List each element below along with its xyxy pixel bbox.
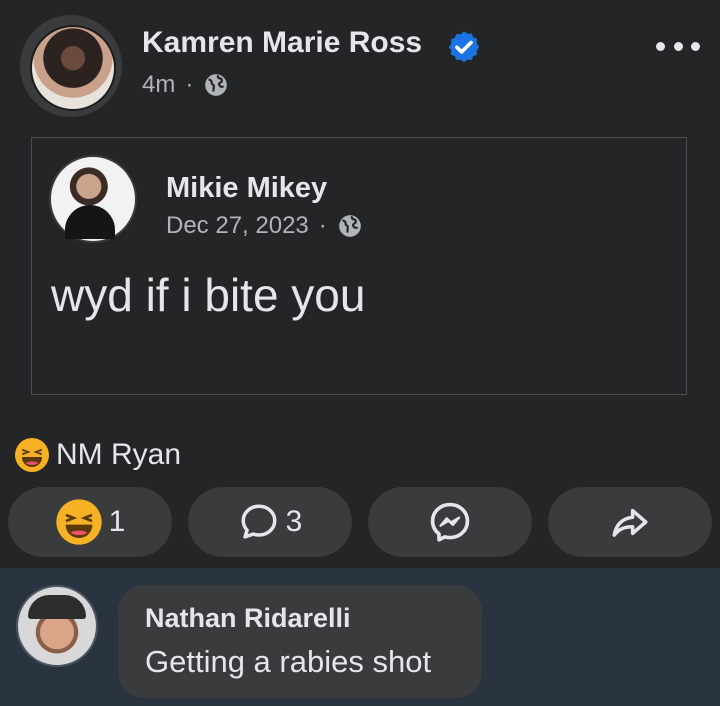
commenter-avatar[interactable]: [16, 585, 98, 667]
author-name[interactable]: Kamren Marie Ross: [142, 26, 422, 60]
commenter-name[interactable]: Nathan Ridarelli: [145, 603, 351, 634]
reaction-summary[interactable]: NM Ryan: [14, 437, 181, 473]
shared-author-avatar[interactable]: [49, 155, 137, 243]
globe-icon: [205, 74, 228, 96]
comment-text: Getting a rabies shot: [145, 644, 432, 679]
comment-button[interactable]: 3: [188, 487, 352, 557]
shared-post-text: wyd if i bite you: [51, 269, 366, 321]
comment-icon: [241, 504, 277, 539]
verified-badge-icon: [448, 31, 480, 63]
messenger-button[interactable]: [368, 487, 532, 557]
messenger-icon: [430, 502, 470, 542]
more-options-icon[interactable]: [656, 28, 700, 64]
author-avatar[interactable]: [30, 25, 116, 111]
shared-author-name[interactable]: Mikie Mikey: [166, 172, 327, 205]
share-icon: [612, 508, 648, 537]
haha-emoji-icon: [55, 499, 102, 545]
meta-separator: ·: [185, 71, 194, 98]
reaction-names: NM Ryan: [56, 438, 182, 471]
meta-separator: ·: [318, 212, 327, 239]
post-time[interactable]: 4m: [142, 71, 175, 99]
reaction-count: 1: [108, 505, 126, 538]
globe-icon: [338, 215, 361, 237]
shared-post-date[interactable]: Dec 27, 2023: [166, 212, 309, 240]
comment-count: 3: [285, 505, 303, 538]
share-button[interactable]: [548, 487, 712, 557]
haha-emoji-icon: [15, 438, 49, 472]
shared-post-meta: Dec 27, 2023 ·: [166, 212, 363, 240]
reaction-button[interactable]: 1: [8, 487, 172, 557]
post-meta: 4m ·: [142, 71, 229, 99]
comment-bubble[interactable]: [118, 585, 482, 698]
